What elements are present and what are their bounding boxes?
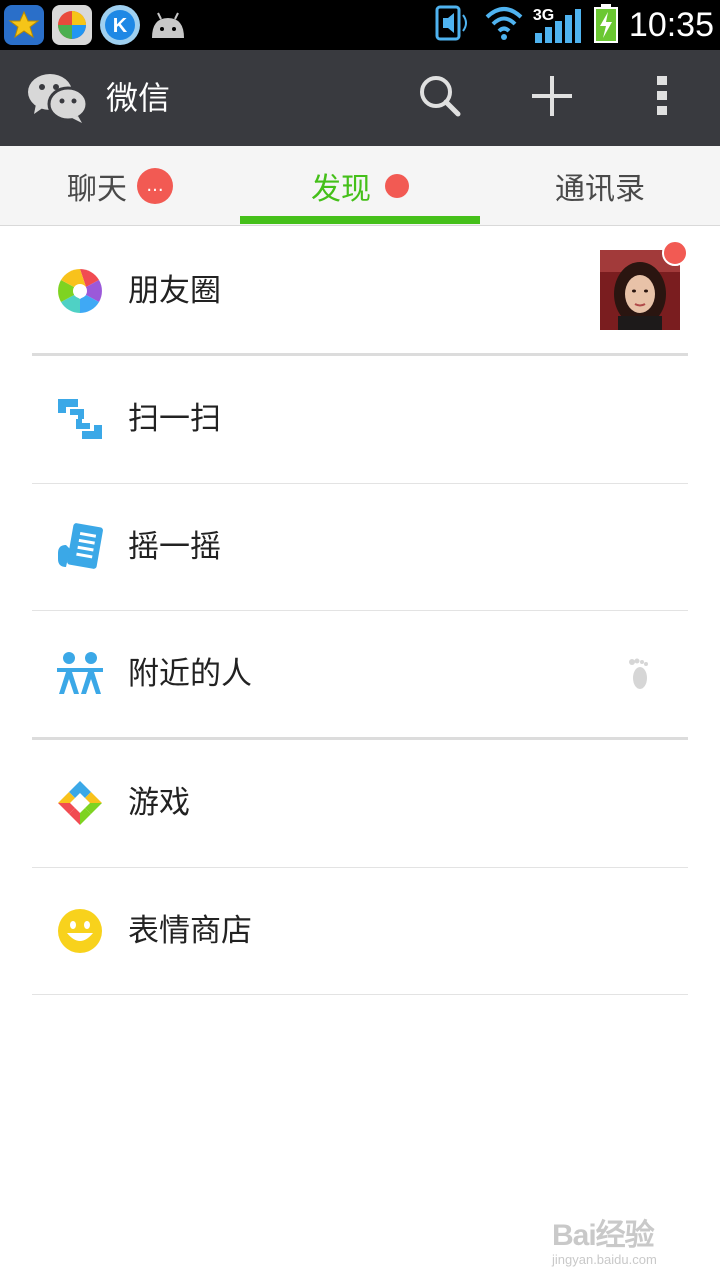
wechat-logo-icon bbox=[26, 72, 90, 124]
list-item-label: 摇一摇 bbox=[128, 529, 221, 565]
watermark-url: jingyan.baidu.com bbox=[552, 1252, 657, 1267]
shake-icon bbox=[56, 523, 104, 571]
plus-icon bbox=[530, 74, 574, 122]
list-item-label: 附近的人 bbox=[128, 656, 252, 692]
list-item-label: 表情商店 bbox=[128, 913, 252, 949]
moments-aperture-icon bbox=[56, 267, 104, 315]
sticker-smiley-icon bbox=[56, 907, 104, 955]
wifi-icon bbox=[485, 5, 523, 45]
tab-discover[interactable]: 发现 bbox=[240, 146, 480, 226]
list-item-sticker-store[interactable]: 表情商店 bbox=[0, 868, 720, 994]
tab-label: 聊天 bbox=[67, 172, 127, 207]
search-button[interactable] bbox=[410, 68, 470, 128]
k-app-icon: K bbox=[100, 5, 140, 45]
app-title: 微信 bbox=[106, 79, 171, 117]
speaker-phone-icon bbox=[433, 3, 475, 47]
footprint-icon bbox=[627, 658, 651, 690]
list-item-games[interactable]: 游戏 bbox=[0, 740, 720, 866]
android-icon bbox=[148, 5, 188, 45]
list-item-moments[interactable]: 朋友圈 bbox=[0, 228, 720, 354]
list-item-label: 扫一扫 bbox=[128, 401, 221, 437]
list-item-scan[interactable]: 扫一扫 bbox=[0, 356, 720, 482]
list-item-label: 游戏 bbox=[128, 785, 190, 821]
watermark-brand: Bai经验 bbox=[552, 1219, 655, 1252]
new-post-dot bbox=[662, 240, 688, 266]
notification-area: K bbox=[4, 5, 188, 45]
new-dot-badge bbox=[385, 174, 409, 198]
list-item-label: 朋友圈 bbox=[128, 273, 221, 309]
battery-charging-icon bbox=[593, 3, 619, 47]
add-button[interactable] bbox=[522, 68, 582, 128]
overflow-menu-button[interactable] bbox=[632, 68, 692, 128]
search-icon bbox=[418, 74, 462, 122]
overflow-menu-icon bbox=[654, 74, 670, 122]
unread-badge: ... bbox=[137, 168, 173, 204]
item-divider bbox=[32, 994, 688, 995]
tab-chats[interactable]: 聊天 ... bbox=[0, 146, 240, 226]
tab-contacts[interactable]: 通讯录 bbox=[480, 146, 720, 226]
star-app-icon bbox=[4, 5, 44, 45]
status-bar: K 3G 10:35 bbox=[0, 0, 720, 50]
scan-icon bbox=[56, 395, 104, 443]
tab-bar: 聊天 ... 发现 通讯录 bbox=[0, 146, 720, 226]
baidu-jingyan-watermark: Bai经验 jingyan.baidu.com bbox=[552, 1210, 657, 1267]
list-item-people-nearby[interactable]: 附近的人 bbox=[0, 611, 720, 737]
tab-label: 发现 bbox=[311, 172, 371, 207]
list-item-shake[interactable]: 摇一摇 bbox=[0, 484, 720, 610]
colorful-app-icon bbox=[52, 5, 92, 45]
people-nearby-icon bbox=[56, 650, 104, 698]
active-tab-indicator bbox=[240, 216, 480, 224]
system-tray: 3G 10:35 bbox=[433, 0, 714, 50]
clock: 10:35 bbox=[628, 5, 714, 44]
games-icon bbox=[56, 779, 104, 827]
svg-text:K: K bbox=[113, 15, 128, 37]
tab-label: 通讯录 bbox=[555, 172, 645, 207]
cell-signal-icon: 3G bbox=[533, 5, 583, 45]
app-header: 微信 bbox=[0, 50, 720, 146]
